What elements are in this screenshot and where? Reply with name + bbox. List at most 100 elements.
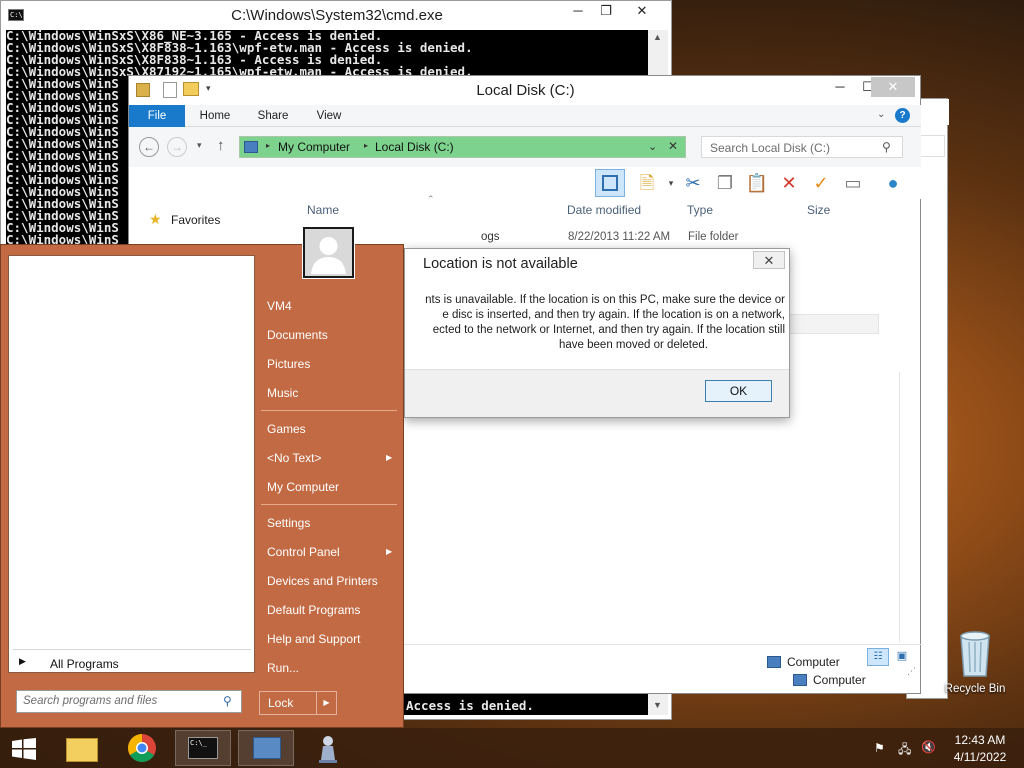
- maximize-button[interactable]: ❐: [593, 1, 619, 21]
- recycle-bin-label: Recycle Bin: [944, 683, 1006, 695]
- breadcrumb-my-computer[interactable]: My Computer: [278, 140, 350, 154]
- taskbar-file-explorer[interactable]: [54, 730, 110, 766]
- taskbar-chrome[interactable]: [115, 730, 171, 766]
- ribbon-expand-icon[interactable]: ⌄: [877, 109, 885, 120]
- chrome-icon: [128, 734, 156, 762]
- cmd-titlebar[interactable]: C:\ C:\Windows\System32\cmd.exe ─ ❐ ✕: [1, 1, 671, 30]
- dialog-footer: OK: [405, 369, 789, 417]
- start-item-music[interactable]: Music: [267, 386, 298, 400]
- up-arrow-icon[interactable]: ↑: [217, 137, 225, 154]
- start-item-devices-and-printers[interactable]: Devices and Printers: [267, 574, 378, 588]
- error-dialog[interactable]: Location is not available ✕ nts is unava…: [404, 248, 790, 418]
- close-button[interactable]: ✕: [619, 1, 665, 21]
- preview-pane-icon[interactable]: [595, 169, 625, 197]
- start-item-documents[interactable]: Documents: [267, 328, 328, 342]
- breadcrumb-chevron-icon: ▸: [364, 141, 369, 150]
- lock-button[interactable]: Lock: [268, 696, 293, 710]
- resize-grip-icon[interactable]: ⋰: [907, 666, 916, 677]
- selection-highlight: [789, 314, 879, 334]
- start-item-no-text[interactable]: <No Text>: [267, 451, 321, 465]
- details-view-icon[interactable]: ☷: [867, 648, 889, 666]
- close-button[interactable]: ✕: [871, 77, 915, 97]
- help-icon[interactable]: ?: [895, 108, 910, 123]
- tab-view[interactable]: View: [311, 105, 347, 127]
- cmd-icon: C:\_: [188, 737, 218, 759]
- address-bar[interactable]: ▸ My Computer ▸ Local Disk (C:) ⌄ ✕: [239, 136, 686, 158]
- start-item-default-programs[interactable]: Default Programs: [267, 603, 360, 617]
- computer-icon: [244, 141, 258, 153]
- explorer-titlebar[interactable]: ▾ Local Disk (C:) ─ ☐ ✕: [129, 76, 920, 104]
- lock-options-arrow-icon[interactable]: ▶: [316, 692, 336, 714]
- dialog-close-button[interactable]: ✕: [753, 251, 785, 269]
- search-icon[interactable]: ⚲: [223, 694, 232, 708]
- copy-icon[interactable]: ❐: [713, 171, 737, 195]
- clear-address-icon[interactable]: ✕: [668, 139, 678, 153]
- start-item-games[interactable]: Games: [267, 422, 306, 436]
- column-type[interactable]: Type: [687, 203, 713, 217]
- checkmark-icon[interactable]: ✓: [809, 171, 833, 195]
- tab-file[interactable]: File: [129, 105, 185, 127]
- scroll-down-icon[interactable]: ▼: [653, 700, 662, 710]
- nav-favorites[interactable]: Favorites: [171, 213, 220, 227]
- breadcrumb-local-disk[interactable]: Local Disk (C:): [375, 140, 454, 154]
- address-dropdown-icon[interactable]: ⌄: [648, 140, 657, 153]
- taskbar-computer[interactable]: [238, 730, 294, 766]
- recent-locations-icon[interactable]: ▾: [197, 140, 202, 151]
- properties-icon[interactable]: 🗎: [635, 171, 659, 195]
- clock-time[interactable]: 12:43 AM: [944, 733, 1016, 747]
- start-item-pictures[interactable]: Pictures: [267, 357, 310, 371]
- computer-icon: [793, 674, 807, 686]
- paste-icon[interactable]: 📋: [745, 171, 769, 195]
- clock-date[interactable]: 4/11/2022: [944, 750, 1016, 764]
- ok-button[interactable]: OK: [705, 380, 772, 402]
- minimize-button[interactable]: ─: [563, 1, 593, 21]
- submenu-arrow-icon: ▶: [386, 453, 393, 462]
- minimize-button[interactable]: ─: [825, 77, 855, 97]
- tab-home[interactable]: Home: [197, 105, 233, 127]
- computer-icon: [253, 737, 281, 759]
- column-date-modified[interactable]: Date modified: [567, 203, 641, 217]
- start-item-settings[interactable]: Settings: [267, 516, 310, 530]
- dialog-message-line: ected to the network or Internet, and th…: [432, 324, 785, 336]
- taskbar-cmd[interactable]: C:\_: [175, 730, 231, 766]
- start-item-control-panel[interactable]: Control Panel: [267, 545, 340, 559]
- start-item-my-computer[interactable]: My Computer: [267, 480, 339, 494]
- all-programs-item[interactable]: ▶ All Programs: [13, 649, 251, 671]
- network-globe-icon[interactable]: ●: [881, 171, 905, 195]
- view-options-dropdown-icon[interactable]: ▾: [659, 171, 683, 195]
- start-search-input[interactable]: Search programs and files ⚲: [16, 690, 242, 713]
- row-name: ogs: [481, 231, 500, 243]
- large-icons-view-icon[interactable]: ▣: [893, 648, 911, 666]
- start-item-help-and-support[interactable]: Help and Support: [267, 632, 360, 646]
- start-item-vm4[interactable]: VM4: [267, 299, 292, 313]
- recycle-bin-shortcut[interactable]: Recycle Bin: [944, 630, 1006, 700]
- breadcrumb-chevron-icon: ▸: [266, 141, 271, 150]
- folder-icon: [66, 738, 98, 762]
- column-name[interactable]: Name: [307, 203, 339, 217]
- start-button[interactable]: [0, 730, 48, 766]
- scroll-up-icon[interactable]: ▲: [653, 32, 662, 42]
- user-avatar[interactable]: [302, 226, 355, 279]
- programs-list[interactable]: [8, 255, 255, 673]
- delete-icon[interactable]: ✕: [777, 171, 801, 195]
- start-menu[interactable]: ▶ All Programs Search programs and files…: [0, 226, 404, 728]
- forward-button[interactable]: →: [167, 137, 187, 157]
- rename-icon[interactable]: ▭: [841, 171, 865, 195]
- user-silhouette-icon: [303, 227, 354, 278]
- start-item-run[interactable]: Run...: [267, 661, 299, 675]
- cut-icon[interactable]: ✂: [681, 171, 705, 195]
- status-location: Computer: [787, 655, 840, 669]
- column-size[interactable]: Size: [807, 203, 830, 217]
- row-date: 8/22/2013 11:22 AM: [568, 231, 671, 243]
- back-button[interactable]: ←: [139, 137, 159, 157]
- tab-share[interactable]: Share: [253, 105, 293, 127]
- right-arrow-icon: ▶: [19, 656, 26, 666]
- action-center-flag-icon[interactable]: ⚑: [874, 741, 885, 755]
- search-icon[interactable]: ⚲: [882, 140, 891, 154]
- lock-button-group: Lock ▶: [259, 691, 337, 715]
- network-icon[interactable]: 🖧: [898, 740, 911, 761]
- taskbar-app[interactable]: [300, 730, 356, 766]
- volume-muted-icon[interactable]: 🔇: [921, 740, 936, 754]
- search-box[interactable]: Search Local Disk (C:) ⚲: [701, 136, 903, 158]
- dialog-message-line: have been moved or deleted.: [559, 339, 708, 351]
